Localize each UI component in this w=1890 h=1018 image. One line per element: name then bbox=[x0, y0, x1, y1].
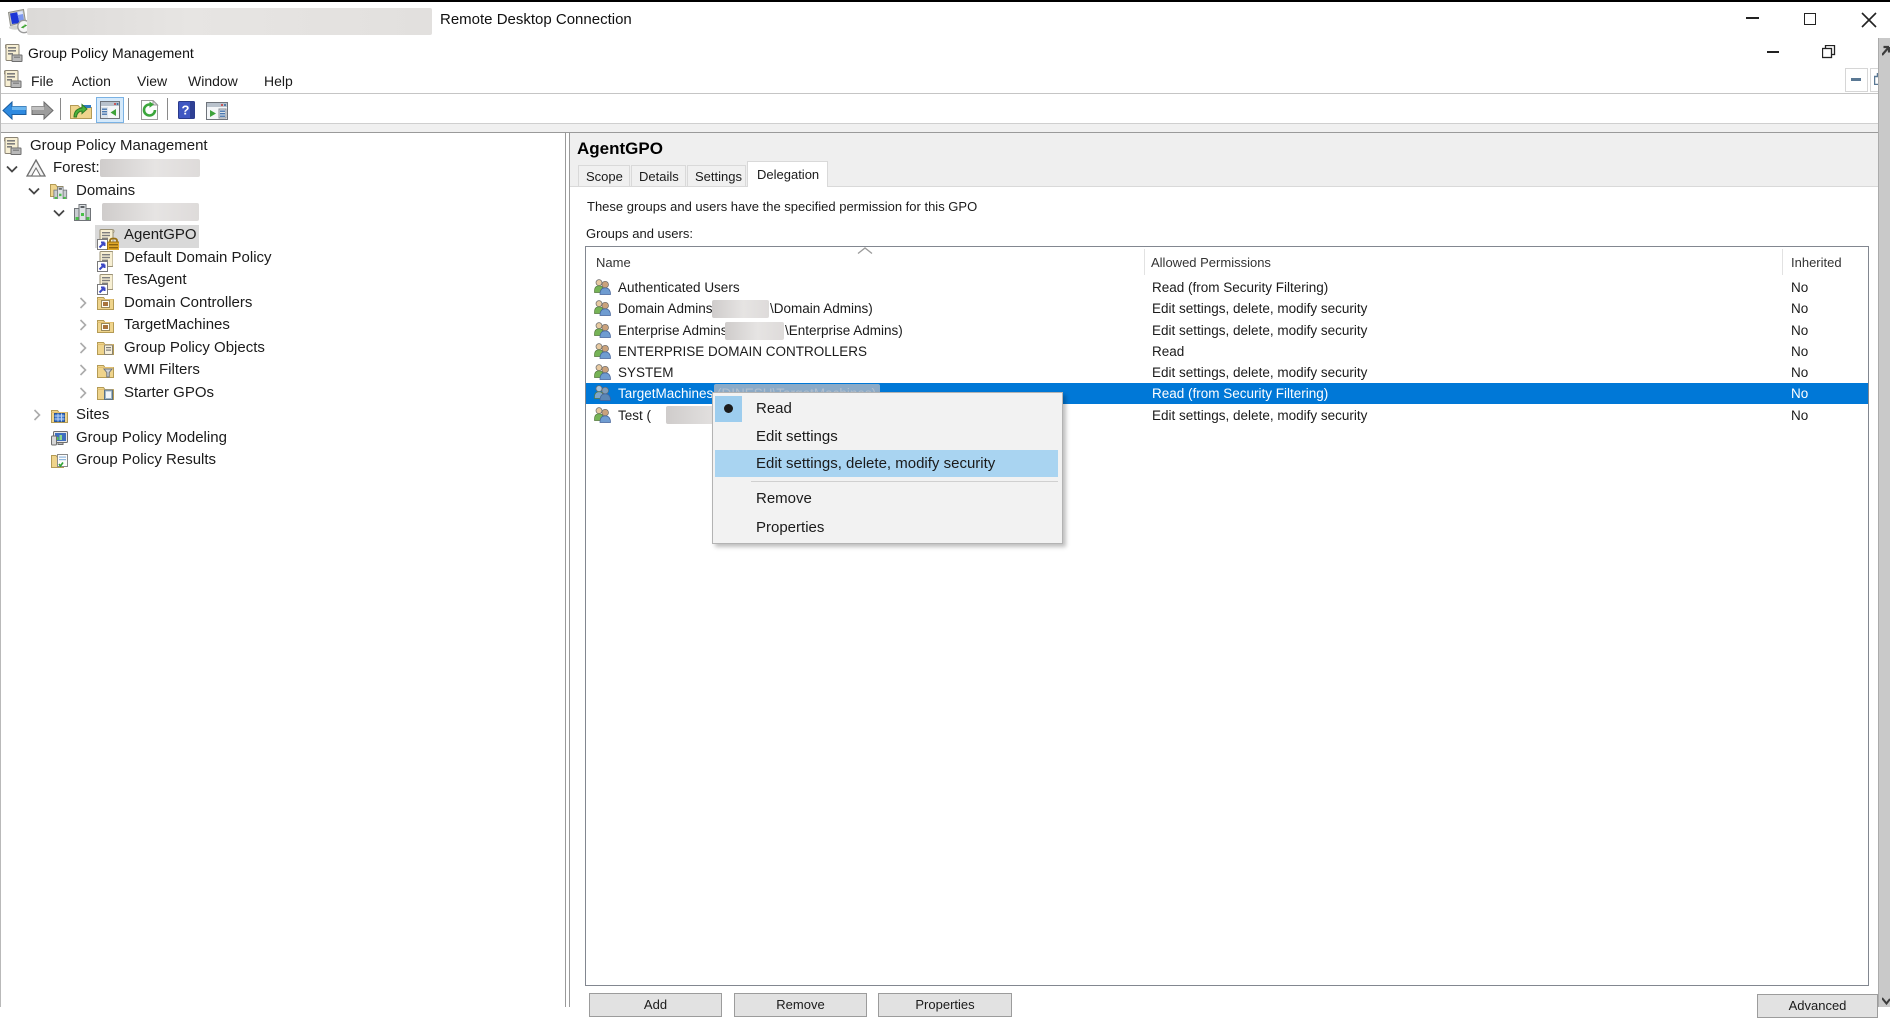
svg-text:?: ? bbox=[182, 103, 190, 118]
